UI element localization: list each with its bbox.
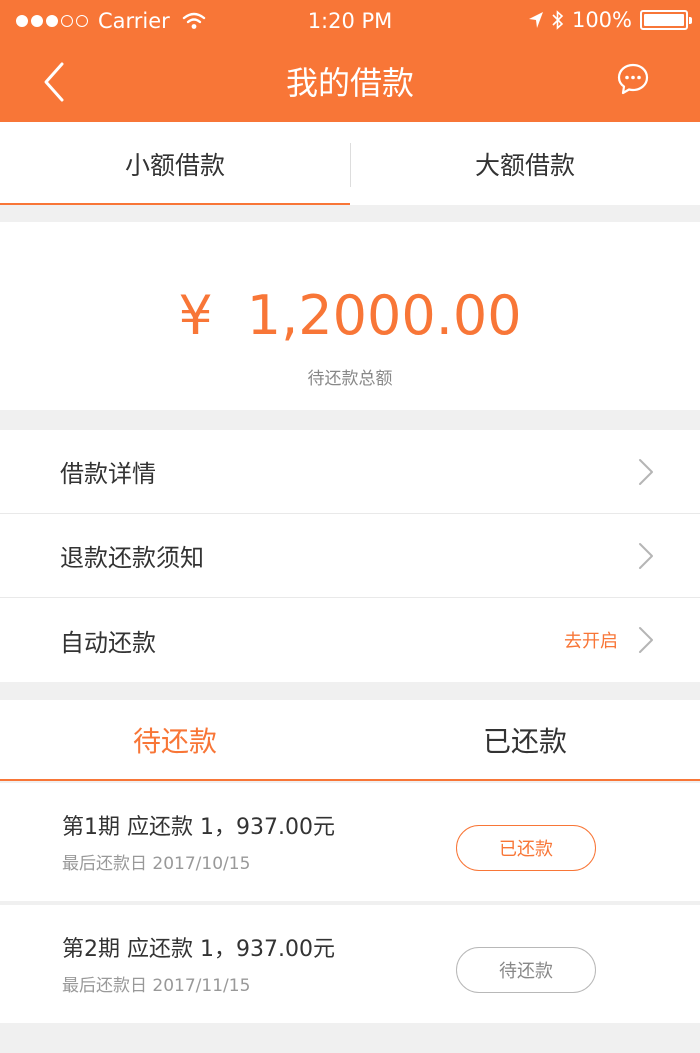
menu-item-auto-repay[interactable]: 自动还款 去开启	[0, 598, 700, 682]
location-arrow-icon	[528, 12, 543, 28]
installment-status-button[interactable]: 已还款	[456, 825, 596, 871]
menu-item-label: 自动还款	[60, 628, 156, 657]
chat-button[interactable]	[616, 62, 650, 96]
tab-repaid-label: 已还款	[482, 724, 567, 758]
chevron-right-icon	[639, 459, 653, 485]
tab-pending-repayment[interactable]: 待还款	[0, 700, 350, 779]
installment-due-date: 最后还款日 2017/11/15	[62, 976, 251, 996]
battery-icon	[640, 10, 692, 30]
status-right: 100%	[528, 8, 692, 32]
currency-symbol: ¥	[178, 284, 213, 347]
installment-due-date: 最后还款日 2017/10/15	[62, 854, 251, 874]
outstanding-amount: ¥1,2000.00	[0, 284, 700, 347]
enable-auto-repay-link[interactable]: 去开启	[564, 627, 618, 653]
bluetooth-icon	[552, 10, 564, 30]
list-item: 第1期 应还款 1，937.00元 最后还款日 2017/10/15 已还款	[0, 783, 700, 901]
tab-large-loan-label: 大额借款	[474, 150, 575, 180]
battery-percent: 100%	[571, 8, 632, 32]
list-item: 第2期 应还款 1，937.00元 最后还款日 2017/11/15 待还款	[0, 905, 700, 1023]
tab-small-loan-label: 小额借款	[124, 150, 225, 180]
outstanding-amount-card: ¥1,2000.00 待还款总额	[0, 222, 700, 410]
menu-item-label: 借款详情	[60, 460, 156, 488]
app-header: Carrier 1:20 PM 100% 我的借款	[0, 0, 700, 122]
outstanding-amount-label: 待还款总额	[307, 369, 393, 389]
status-bar: Carrier 1:20 PM 100%	[0, 0, 700, 42]
chevron-right-icon	[639, 543, 653, 569]
installment-list: 第1期 应还款 1，937.00元 最后还款日 2017/10/15 已还款 第…	[0, 783, 700, 1027]
menu-item-loan-details[interactable]: 借款详情	[0, 430, 700, 514]
chevron-right-icon	[639, 627, 653, 653]
chat-bubble-icon	[617, 63, 649, 95]
amount-value: 1,2000.00	[246, 284, 522, 347]
menu-item-repayment-notice[interactable]: 退款还款须知	[0, 514, 700, 598]
repayment-status-tabs: 待还款 已还款	[0, 700, 700, 781]
tab-large-loan[interactable]: 大额借款	[350, 122, 700, 205]
installment-title: 第2期 应还款 1，937.00元	[62, 937, 335, 962]
tab-repaid[interactable]: 已还款	[350, 700, 700, 779]
installment-title: 第1期 应还款 1，937.00元	[62, 815, 335, 840]
battery-level	[644, 14, 684, 26]
tab-divider	[350, 143, 351, 187]
tab-small-loan[interactable]: 小额借款	[0, 122, 350, 205]
page-title: 我的借款	[285, 64, 414, 102]
installment-status-button[interactable]: 待还款	[456, 947, 596, 993]
menu-item-label: 退款还款须知	[60, 544, 204, 572]
tab-pending-label: 待还款	[132, 724, 217, 758]
loan-menu: 借款详情 退款还款须知 自动还款 去开启	[0, 430, 700, 682]
